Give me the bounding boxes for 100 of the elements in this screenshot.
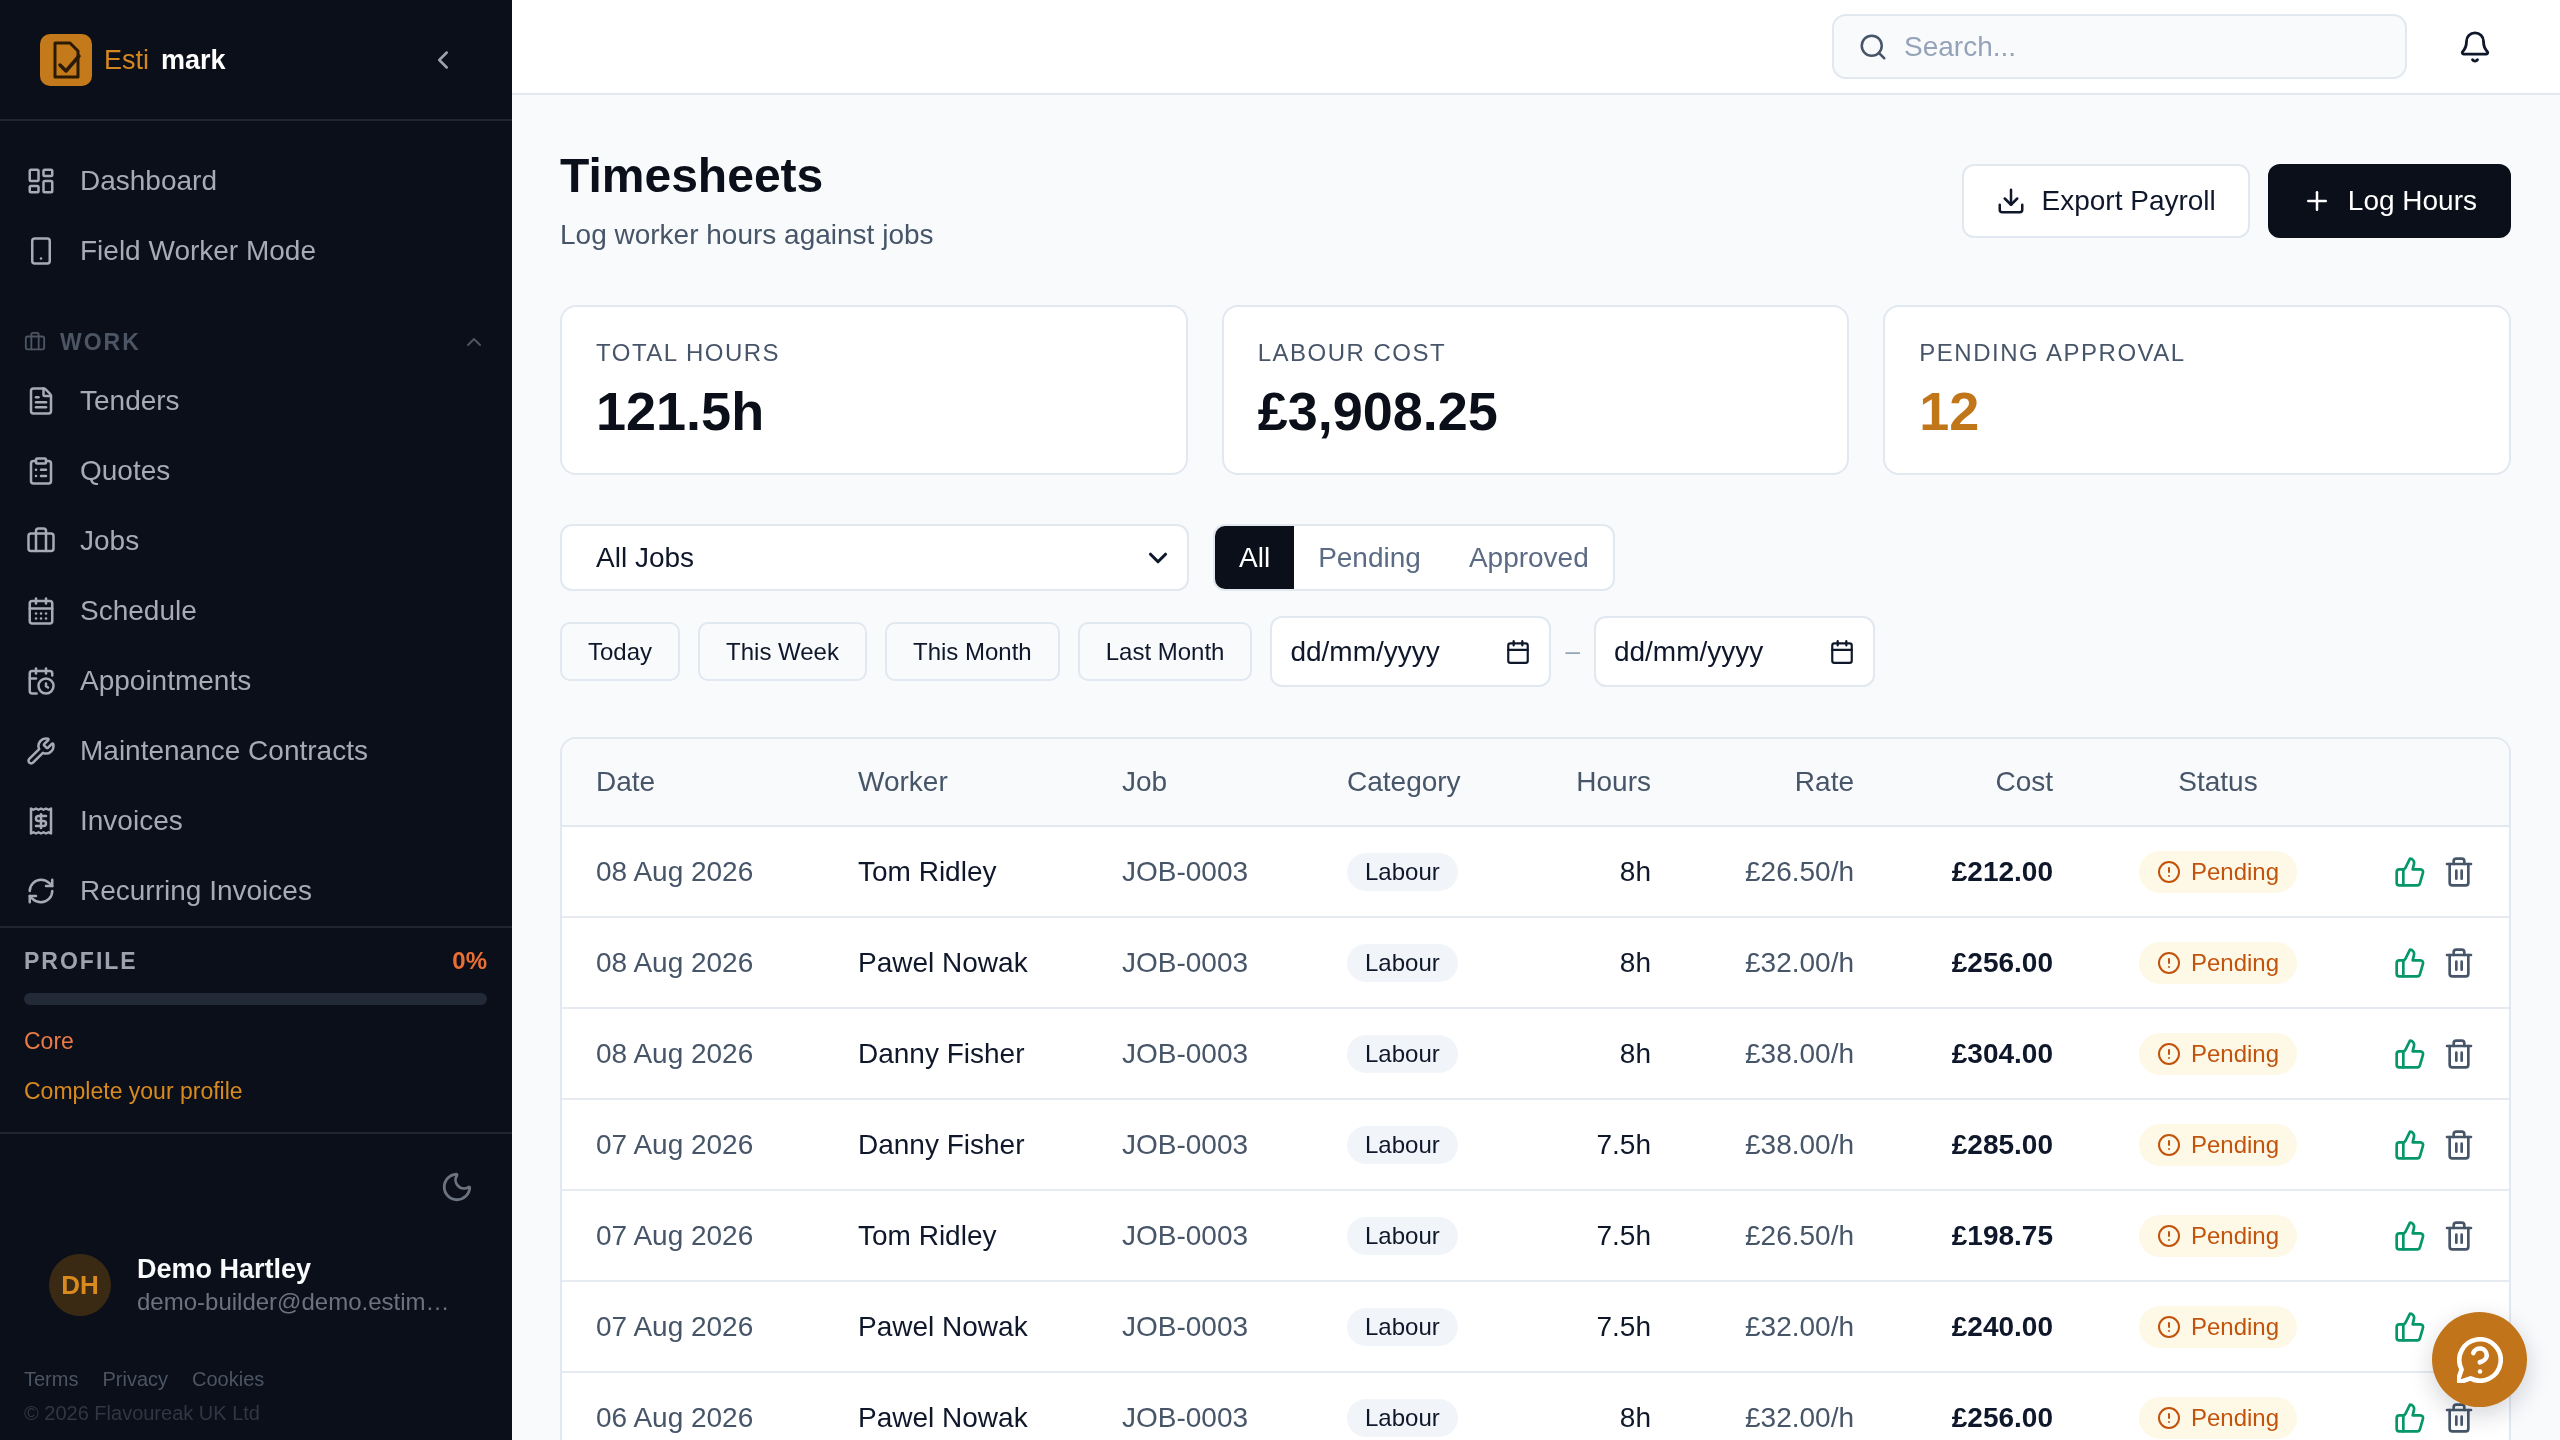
date-field[interactable]: dd/mm/yyyy	[1270, 616, 1552, 687]
search-input[interactable]: Search...	[1904, 30, 2385, 63]
hours-value: 8h	[1619, 1037, 1651, 1070]
trash-icon[interactable]	[2443, 1037, 2475, 1070]
alert-icon	[2156, 1041, 2181, 1066]
hours-value: 8h	[1619, 1401, 1651, 1434]
thumbs-up-icon[interactable]	[2394, 855, 2426, 888]
job-select[interactable]: All Jobs	[560, 524, 1189, 591]
trash-icon[interactable]	[2443, 1401, 2475, 1434]
job-code: JOB-0003	[1122, 946, 1249, 979]
stat-label: LABOUR COST	[1257, 338, 1447, 368]
hours-value: 7.5h	[1596, 1128, 1651, 1161]
trash-icon[interactable]	[2443, 1219, 2475, 1252]
calendar-icon	[26, 596, 56, 626]
worker-name: Tom Ridley	[858, 1219, 997, 1252]
nav-item[interactable]: Maintenance Contracts	[0, 716, 512, 786]
category-tag: Labour	[1347, 1216, 1458, 1255]
thumbs-up-icon[interactable]	[2394, 1219, 2426, 1252]
avatar: DH	[49, 1254, 111, 1316]
thumbs-up-icon[interactable]	[2394, 1401, 2426, 1434]
date-text: 07 Aug 2026	[596, 1310, 754, 1343]
thumbs-up-icon[interactable]	[2394, 1037, 2426, 1070]
date-text: 08 Aug 2026	[596, 946, 754, 979]
alert-icon	[2156, 1132, 2181, 1157]
plan-label: Core	[24, 1027, 75, 1055]
job-code: JOB-0003	[1122, 1037, 1249, 1070]
category-tag: Labour	[1347, 852, 1458, 891]
cost-value: £198.75	[1951, 1219, 2053, 1252]
hours-value: 8h	[1619, 946, 1651, 979]
job-code: JOB-0003	[1122, 1310, 1249, 1343]
nav-item[interactable]: Field Worker Mode	[0, 216, 512, 286]
date-preset-button[interactable]: Last Month	[1077, 622, 1253, 681]
calendar-icon[interactable]	[1828, 638, 1855, 665]
nav-item[interactable]: Invoices	[0, 786, 512, 856]
alert-icon	[2156, 1405, 2181, 1430]
date-text: 06 Aug 2026	[596, 1401, 754, 1434]
profile-percent: 0%	[452, 947, 487, 975]
help-icon[interactable]	[2456, 1336, 2503, 1383]
rate-value: £32.00/h	[1745, 946, 1854, 979]
column-header: Rate	[1794, 766, 1854, 798]
hours-value: 7.5h	[1596, 1310, 1651, 1343]
thumbs-up-icon[interactable]	[2394, 946, 2426, 979]
date-text: 07 Aug 2026	[596, 1219, 754, 1252]
date-input[interactable]: dd/mm/yyyy	[1613, 635, 1819, 668]
nav-item[interactable]: Dashboard	[0, 146, 512, 216]
date-text: 08 Aug 2026	[596, 1037, 754, 1070]
log-hours-button[interactable]: Log Hours	[2267, 163, 2511, 238]
status-tab[interactable]: Pending	[1294, 526, 1445, 589]
trash-icon[interactable]	[2443, 946, 2475, 979]
nav-item[interactable]: Recurring Invoices	[0, 856, 512, 926]
stat-value: 121.5h	[596, 380, 765, 442]
complete-profile-link[interactable]: Complete your profile	[24, 1077, 487, 1105]
date-preset-button[interactable]: This Week	[698, 622, 867, 681]
alert-icon	[2156, 1223, 2181, 1248]
date-separator: –	[1565, 636, 1580, 667]
rate-value: £32.00/h	[1745, 1310, 1854, 1343]
moon-icon[interactable]	[440, 1170, 474, 1204]
export-button[interactable]: Export Payroll	[1961, 163, 2250, 238]
thumbs-up-icon[interactable]	[2394, 1128, 2426, 1161]
rate-value: £38.00/h	[1745, 1128, 1854, 1161]
stat-label: PENDING APPROVAL	[1919, 338, 2186, 368]
nav-item[interactable]: Quotes	[0, 436, 512, 506]
date-preset-button[interactable]: Today	[560, 622, 681, 681]
status-tab[interactable]: All	[1215, 526, 1295, 589]
column-header: Category	[1347, 766, 1461, 798]
status-label: Pending	[2190, 1038, 2280, 1069]
column-header: Worker	[858, 766, 948, 798]
worker-name: Danny Fisher	[858, 1128, 1025, 1161]
nav-item[interactable]: Schedule	[0, 576, 512, 646]
status-label: Pending	[2190, 1311, 2280, 1342]
category-tag: Labour	[1347, 1307, 1458, 1346]
cost-value: £256.00	[1951, 1401, 2053, 1434]
nav-item[interactable]: Appointments	[0, 646, 512, 716]
status-label: Pending	[2190, 1129, 2280, 1160]
job-code: JOB-0003	[1122, 1401, 1249, 1434]
bell-icon[interactable]	[2458, 29, 2492, 64]
trash-icon[interactable]	[2443, 1128, 2475, 1161]
category-tag: Labour	[1347, 1034, 1458, 1073]
cost-value: £256.00	[1951, 946, 2053, 979]
stat-value: 12	[1919, 380, 1980, 442]
cost-value: £285.00	[1951, 1128, 2053, 1161]
status-tab[interactable]: Approved	[1444, 526, 1613, 589]
calendar-clock-icon	[26, 666, 56, 696]
thumbs-up-icon[interactable]	[2394, 1310, 2426, 1343]
page-title: Timesheets	[560, 148, 825, 204]
category-tag: Labour	[1347, 943, 1458, 982]
page-subtitle: Log worker hours against jobs	[560, 218, 934, 252]
trash-icon[interactable]	[2443, 855, 2475, 888]
profile-title: PROFILE	[24, 947, 138, 975]
date-preset-button[interactable]: This Month	[884, 622, 1060, 681]
worker-name: Danny Fisher	[858, 1037, 1025, 1070]
nav-item[interactable]: Tenders	[0, 366, 512, 436]
search-field[interactable]: Search...	[1832, 14, 2407, 79]
job-code: JOB-0003	[1122, 1128, 1249, 1161]
date-field[interactable]: dd/mm/yyyy	[1593, 616, 1875, 687]
worker-name: Pawel Nowak	[858, 946, 1028, 979]
rate-value: £26.50/h	[1745, 855, 1854, 888]
calendar-icon[interactable]	[1505, 638, 1532, 665]
date-input[interactable]: dd/mm/yyyy	[1290, 635, 1496, 668]
nav-item[interactable]: Jobs	[0, 506, 512, 576]
